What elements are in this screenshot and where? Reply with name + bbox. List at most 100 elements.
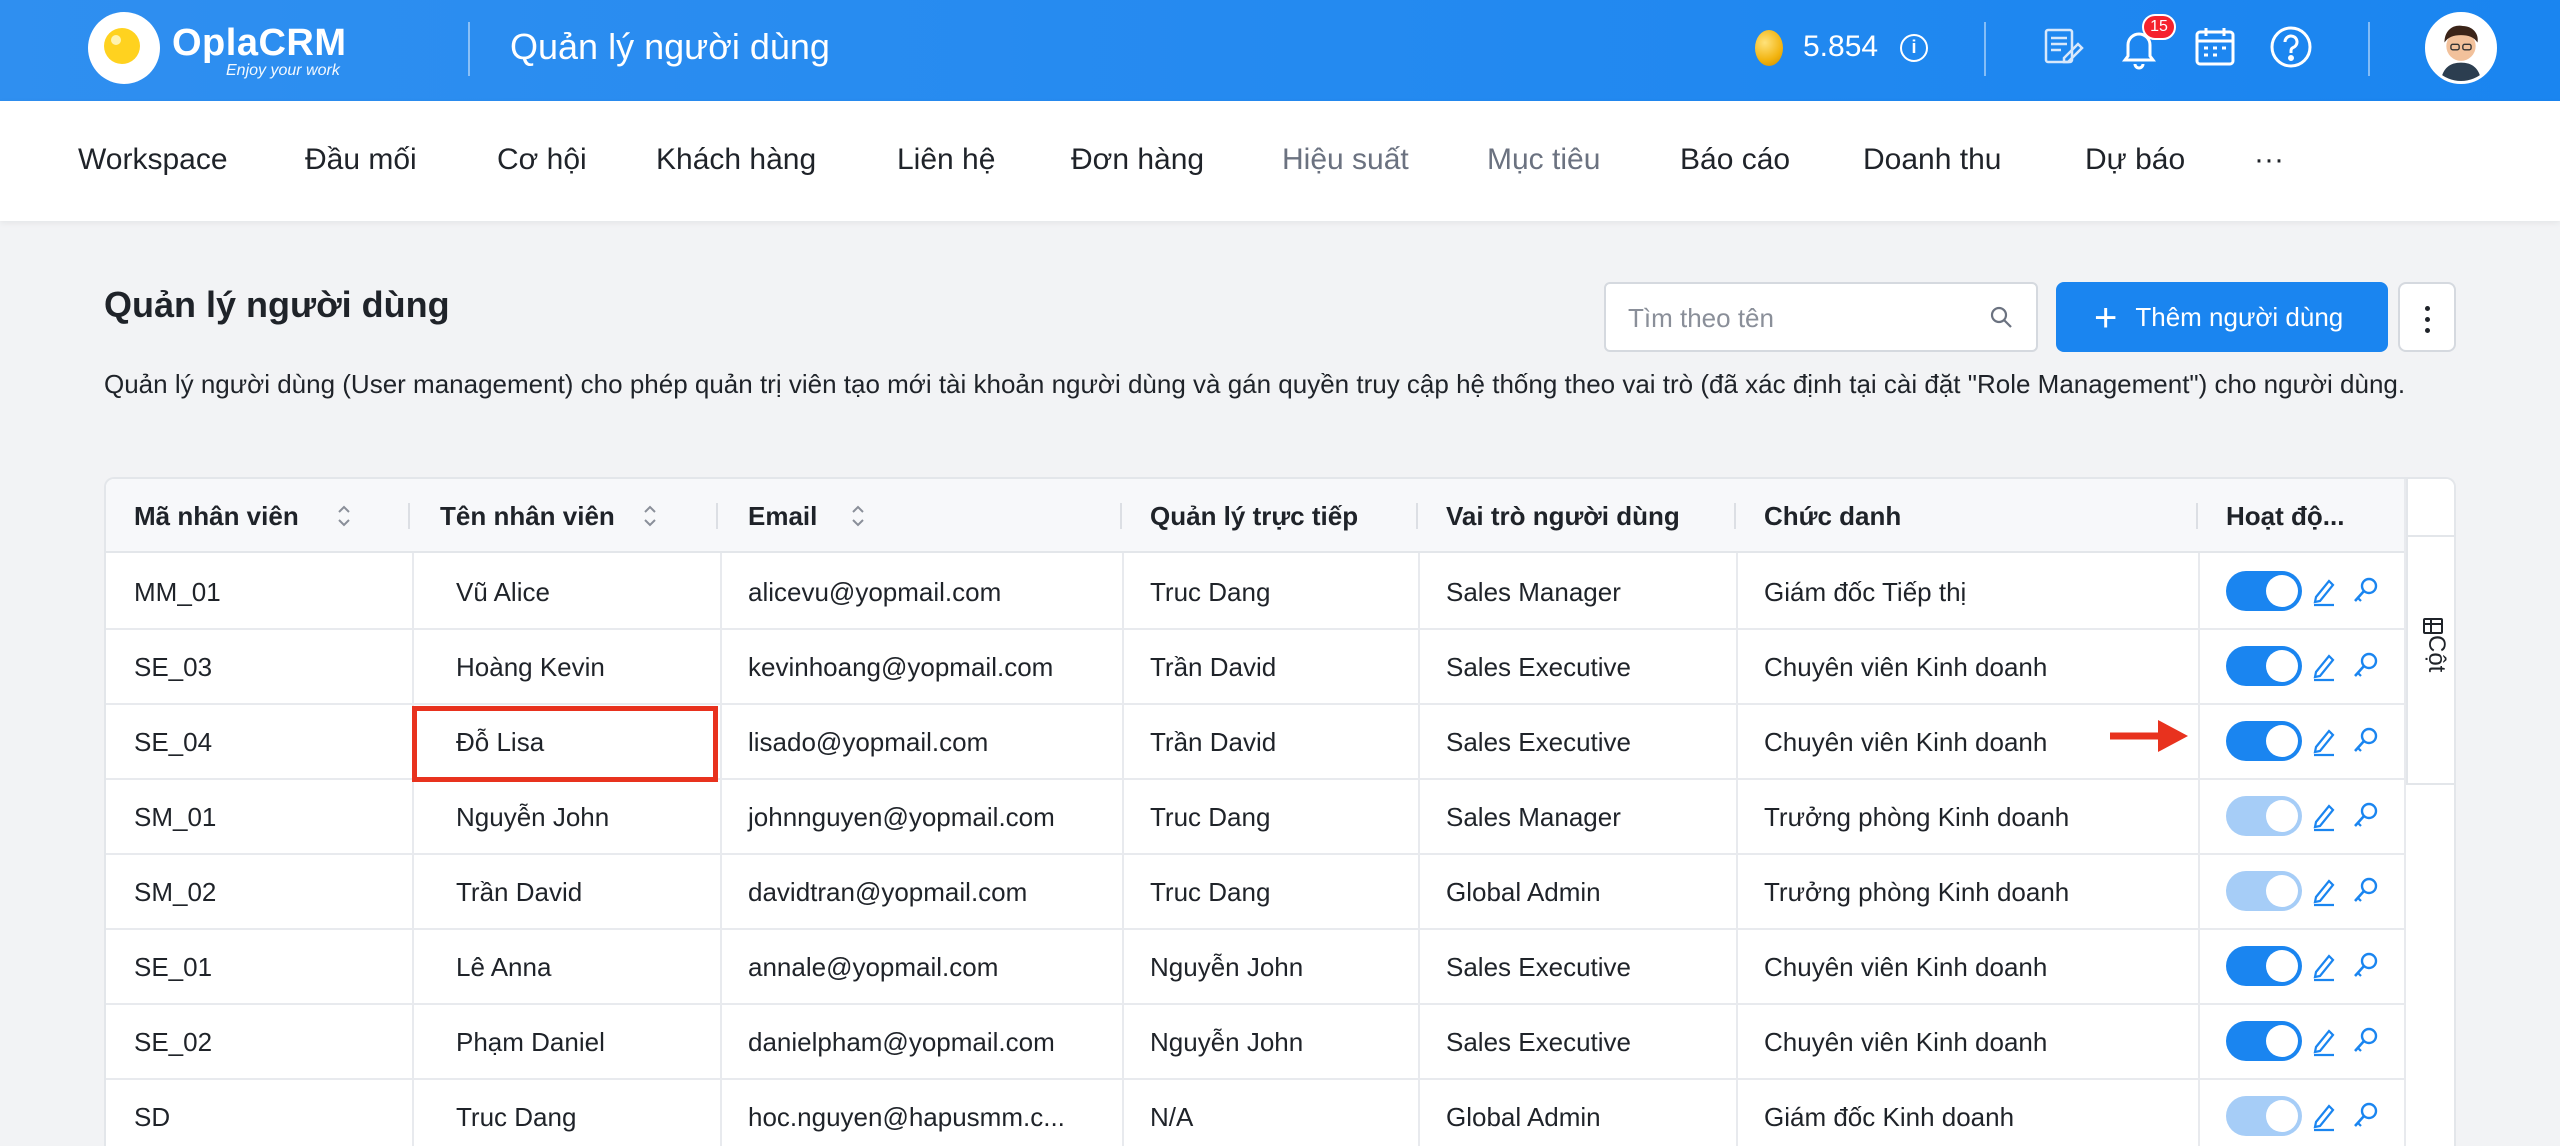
edit-pencil-icon[interactable]: [2310, 575, 2338, 607]
sort-icon[interactable]: [850, 502, 866, 530]
cell-name: Phạm Daniel: [456, 1027, 605, 1057]
active-toggle[interactable]: [2226, 871, 2302, 911]
sort-icon[interactable]: [336, 502, 352, 530]
column-header-code[interactable]: Mã nhân viên: [106, 479, 412, 553]
table-row[interactable]: SE_02 Phạm Daniel danielpham@yopmail.com Ng…: [106, 1005, 2406, 1080]
nav-opportunities[interactable]: Cơ hội: [497, 143, 587, 177]
active-toggle[interactable]: [2226, 1096, 2302, 1136]
header-divider: [408, 503, 410, 529]
cell-email: alicevu@yopmail.com: [748, 577, 1002, 607]
permission-key-icon[interactable]: [2352, 1100, 2380, 1132]
divider: [468, 22, 470, 76]
info-icon[interactable]: i: [1900, 34, 1928, 62]
permission-key-icon[interactable]: [2352, 725, 2380, 757]
edit-pencil-icon[interactable]: [2310, 800, 2338, 832]
active-toggle[interactable]: [2226, 646, 2302, 686]
edit-pencil-icon[interactable]: [2310, 1100, 2338, 1132]
cell-email: kevinhoang@yopmail.com: [748, 652, 1054, 682]
main-navigation: Workspace Đầu mối Cơ hội Khách hàng Liên…: [0, 101, 2560, 221]
page-title: Quản lý người dùng: [104, 284, 450, 325]
user-avatar[interactable]: [2425, 12, 2497, 84]
cell-code: SM_02: [134, 877, 217, 907]
column-label: Mã nhân viên: [134, 501, 299, 531]
sort-icon[interactable]: [642, 502, 658, 530]
nav-revenue[interactable]: Doanh thu: [1863, 143, 2001, 177]
red-arrow-annotation: [2110, 720, 2188, 752]
oplacrm-logo[interactable]: [84, 8, 164, 88]
permission-key-icon[interactable]: [2352, 650, 2380, 682]
active-toggle[interactable]: [2226, 571, 2302, 611]
brand-slogan: Enjoy your work: [226, 62, 340, 79]
column-header-role[interactable]: Vai trò người dùng: [1418, 479, 1736, 553]
column-header-name[interactable]: Tên nhân viên: [412, 479, 718, 553]
columns-panel-toggle[interactable]: Cột: [2406, 535, 2454, 785]
notification-badge: 15: [2142, 14, 2176, 40]
nav-goals[interactable]: Mục tiêu: [1487, 143, 1600, 177]
add-user-label: Thêm người dùng: [2135, 301, 2344, 332]
permission-key-icon[interactable]: [2352, 800, 2380, 832]
cell-role: Sales Executive: [1446, 952, 1631, 982]
top-bar: OplaCRM Enjoy your work Quản lý người dù…: [0, 0, 2560, 101]
more-options-button[interactable]: [2398, 282, 2456, 352]
cell-code: SD: [134, 1102, 171, 1132]
cell-role: Sales Manager: [1446, 577, 1621, 607]
table-row[interactable]: SM_02 Trần David davidtran@yopmail.com Truc…: [106, 855, 2406, 930]
permission-key-icon[interactable]: [2352, 875, 2380, 907]
column-header-email[interactable]: Email: [720, 479, 1122, 553]
active-toggle[interactable]: [2226, 796, 2302, 836]
more-dot: [2425, 306, 2430, 311]
permission-key-icon[interactable]: [2352, 950, 2380, 982]
add-user-button[interactable]: + Thêm người dùng: [2056, 282, 2388, 352]
header-page-title: Quản lý người dùng: [510, 26, 830, 67]
calendar-icon[interactable]: [2192, 24, 2238, 70]
permission-key-icon[interactable]: [2352, 575, 2380, 607]
cell-manager: Trần David: [1150, 652, 1277, 682]
nav-orders[interactable]: Đơn hàng: [1071, 143, 1204, 177]
cell-name: Trần David: [456, 877, 583, 907]
nav-reports[interactable]: Báo cáo: [1680, 143, 1790, 177]
table-row[interactable]: SM_01 Nguyễn John johnnguyen@yopmail.com Tr…: [106, 780, 2406, 855]
users-table: Mã nhân viên Tên nhân viên Email Quản lý…: [104, 477, 2456, 1146]
brand-name: OplaCRM: [172, 22, 347, 64]
page-description: Quản lý người dùng (User management) cho…: [104, 369, 2406, 399]
nav-workspace[interactable]: Workspace: [78, 143, 228, 177]
permission-key-icon[interactable]: [2352, 1025, 2380, 1057]
edit-pencil-icon[interactable]: [2310, 875, 2338, 907]
search-box[interactable]: [1604, 282, 2038, 352]
nav-contacts[interactable]: Liên hệ: [897, 143, 995, 177]
column-label: Email: [748, 501, 818, 531]
active-toggle[interactable]: [2226, 1021, 2302, 1061]
table-row[interactable]: SE_01 Lê Anna annale@yopmail.com Nguyễn Joh…: [106, 930, 2406, 1005]
table-row[interactable]: SE_03 Hoàng Kevin kevinhoang@yopmail.com Tr…: [106, 630, 2406, 705]
edit-pencil-icon[interactable]: [2310, 950, 2338, 982]
divider: [1984, 22, 1986, 76]
cell-manager: Nguyễn John: [1150, 1027, 1304, 1057]
search-input[interactable]: [1628, 300, 1968, 336]
column-header-active[interactable]: Hoạt độ...: [2198, 479, 2406, 553]
cell-title: Trưởng phòng Kinh doanh: [1764, 802, 2070, 832]
table-row[interactable]: SD Truc Dang hoc.nguyen@hapusmm.c... N/A Glo…: [106, 1080, 2406, 1146]
report-checklist-icon[interactable]: [2040, 24, 2086, 70]
help-icon[interactable]: [2268, 24, 2314, 70]
cell-code: SE_01: [134, 952, 213, 982]
cell-code: SE_02: [134, 1027, 213, 1057]
nav-customers[interactable]: Khách hàng: [656, 143, 816, 177]
table-header: Mã nhân viên Tên nhân viên Email Quản lý…: [106, 479, 2406, 553]
edit-pencil-icon[interactable]: [2310, 725, 2338, 757]
nav-more[interactable]: ···: [2254, 143, 2284, 177]
cell-manager: N/A: [1150, 1102, 1194, 1132]
cell-manager: Truc Dang: [1150, 802, 1271, 832]
column-header-manager[interactable]: Quản lý trực tiếp: [1122, 479, 1418, 553]
edit-pencil-icon[interactable]: [2310, 650, 2338, 682]
active-toggle[interactable]: [2226, 721, 2302, 761]
nav-performance[interactable]: Hiệu suất: [1282, 143, 1409, 177]
table-row[interactable]: MM_01 Vũ Alice alicevu@yopmail.com Truc Dan…: [106, 555, 2406, 630]
cell-manager: Truc Dang: [1150, 877, 1271, 907]
nav-forecast[interactable]: Dự báo: [2085, 143, 2185, 177]
nav-leads[interactable]: Đầu mối: [305, 143, 417, 177]
active-toggle[interactable]: [2226, 946, 2302, 986]
column-header-title[interactable]: Chức danh: [1736, 479, 2198, 553]
cell-code: MM_01: [134, 577, 221, 607]
cell-manager: Trần David: [1150, 727, 1277, 757]
edit-pencil-icon[interactable]: [2310, 1025, 2338, 1057]
